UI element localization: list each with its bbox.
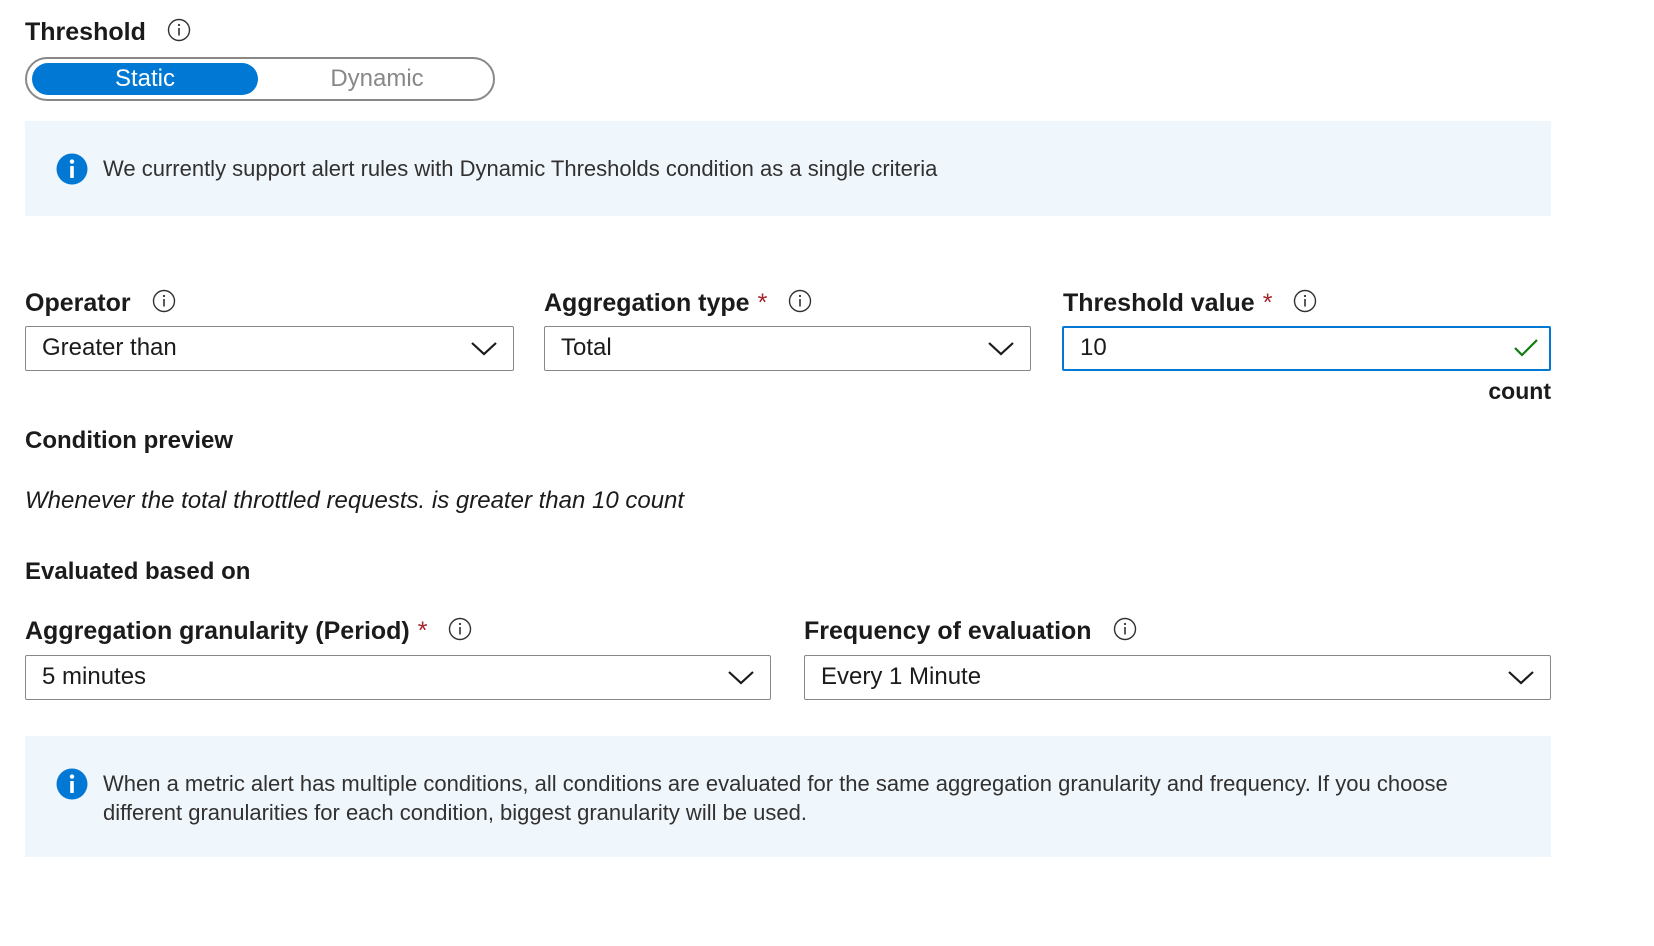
info-icon[interactable] (167, 18, 191, 42)
info-filled-icon (56, 768, 88, 800)
threshold-label: Threshold (25, 18, 146, 46)
threshold-value-text[interactable]: 10 (1080, 328, 1107, 368)
granularity-label: Aggregation granularity (Period) (25, 617, 410, 645)
granularity-label-row: Aggregation granularity (Period) * (25, 617, 472, 646)
info-banner-granularity: When a metric alert has multiple conditi… (25, 736, 1551, 857)
info-icon[interactable] (1293, 289, 1317, 313)
toggle-option-dynamic[interactable]: Dynamic (267, 63, 487, 95)
toggle-option-static[interactable]: Static (32, 63, 258, 95)
threshold-value-label-row: Threshold value * (1063, 289, 1317, 318)
operator-value: Greater than (42, 334, 177, 361)
info-filled-icon (56, 153, 88, 185)
info-banner-dynamic: We currently support alert rules with Dy… (25, 121, 1551, 216)
threshold-label-row: Threshold (25, 18, 191, 47)
frequency-label-row: Frequency of evaluation (804, 617, 1137, 646)
info-banner-line-1: When a metric alert has multiple conditi… (103, 771, 1448, 796)
required-asterisk: * (757, 289, 768, 317)
evaluated-based-on-heading: Evaluated based on (25, 558, 251, 585)
chevron-down-icon (988, 342, 1014, 356)
operator-label-row: Operator (25, 289, 176, 318)
info-icon[interactable] (788, 289, 812, 313)
info-banner-text: When a metric alert has multiple conditi… (103, 769, 1448, 827)
checkmark-icon (1514, 339, 1538, 357)
frequency-dropdown[interactable]: Every 1 Minute (804, 655, 1551, 700)
granularity-value: 5 minutes (42, 663, 147, 690)
aggregation-type-label: Aggregation type (544, 289, 750, 317)
frequency-label: Frequency of evaluation (804, 617, 1092, 645)
aggregation-type-label-row: Aggregation type * (544, 289, 812, 318)
info-banner-line-2: different granularities for each conditi… (103, 800, 807, 825)
info-banner-text: We currently support alert rules with Dy… (103, 156, 938, 181)
condition-preview-text: Whenever the total throttled requests. i… (25, 487, 685, 514)
operator-label: Operator (25, 289, 131, 317)
threshold-toggle[interactable]: Static Dynamic (25, 57, 495, 101)
info-icon[interactable] (1113, 617, 1137, 641)
required-asterisk: * (1262, 289, 1273, 317)
chevron-down-icon (728, 671, 754, 685)
frequency-value: Every 1 Minute (821, 663, 982, 690)
info-icon[interactable] (152, 289, 176, 313)
aggregation-type-value: Total (561, 334, 612, 361)
granularity-dropdown[interactable]: 5 minutes (25, 655, 771, 700)
chevron-down-icon (1508, 671, 1534, 685)
threshold-value-input[interactable]: 10 (1062, 326, 1551, 371)
required-asterisk: * (417, 617, 428, 645)
threshold-unit: count (1488, 378, 1551, 404)
condition-preview-heading: Condition preview (25, 427, 234, 454)
info-icon[interactable] (448, 617, 472, 641)
chevron-down-icon (471, 342, 497, 356)
operator-dropdown[interactable]: Greater than (25, 326, 514, 371)
aggregation-type-dropdown[interactable]: Total (544, 326, 1031, 371)
threshold-value-label: Threshold value (1063, 289, 1255, 317)
